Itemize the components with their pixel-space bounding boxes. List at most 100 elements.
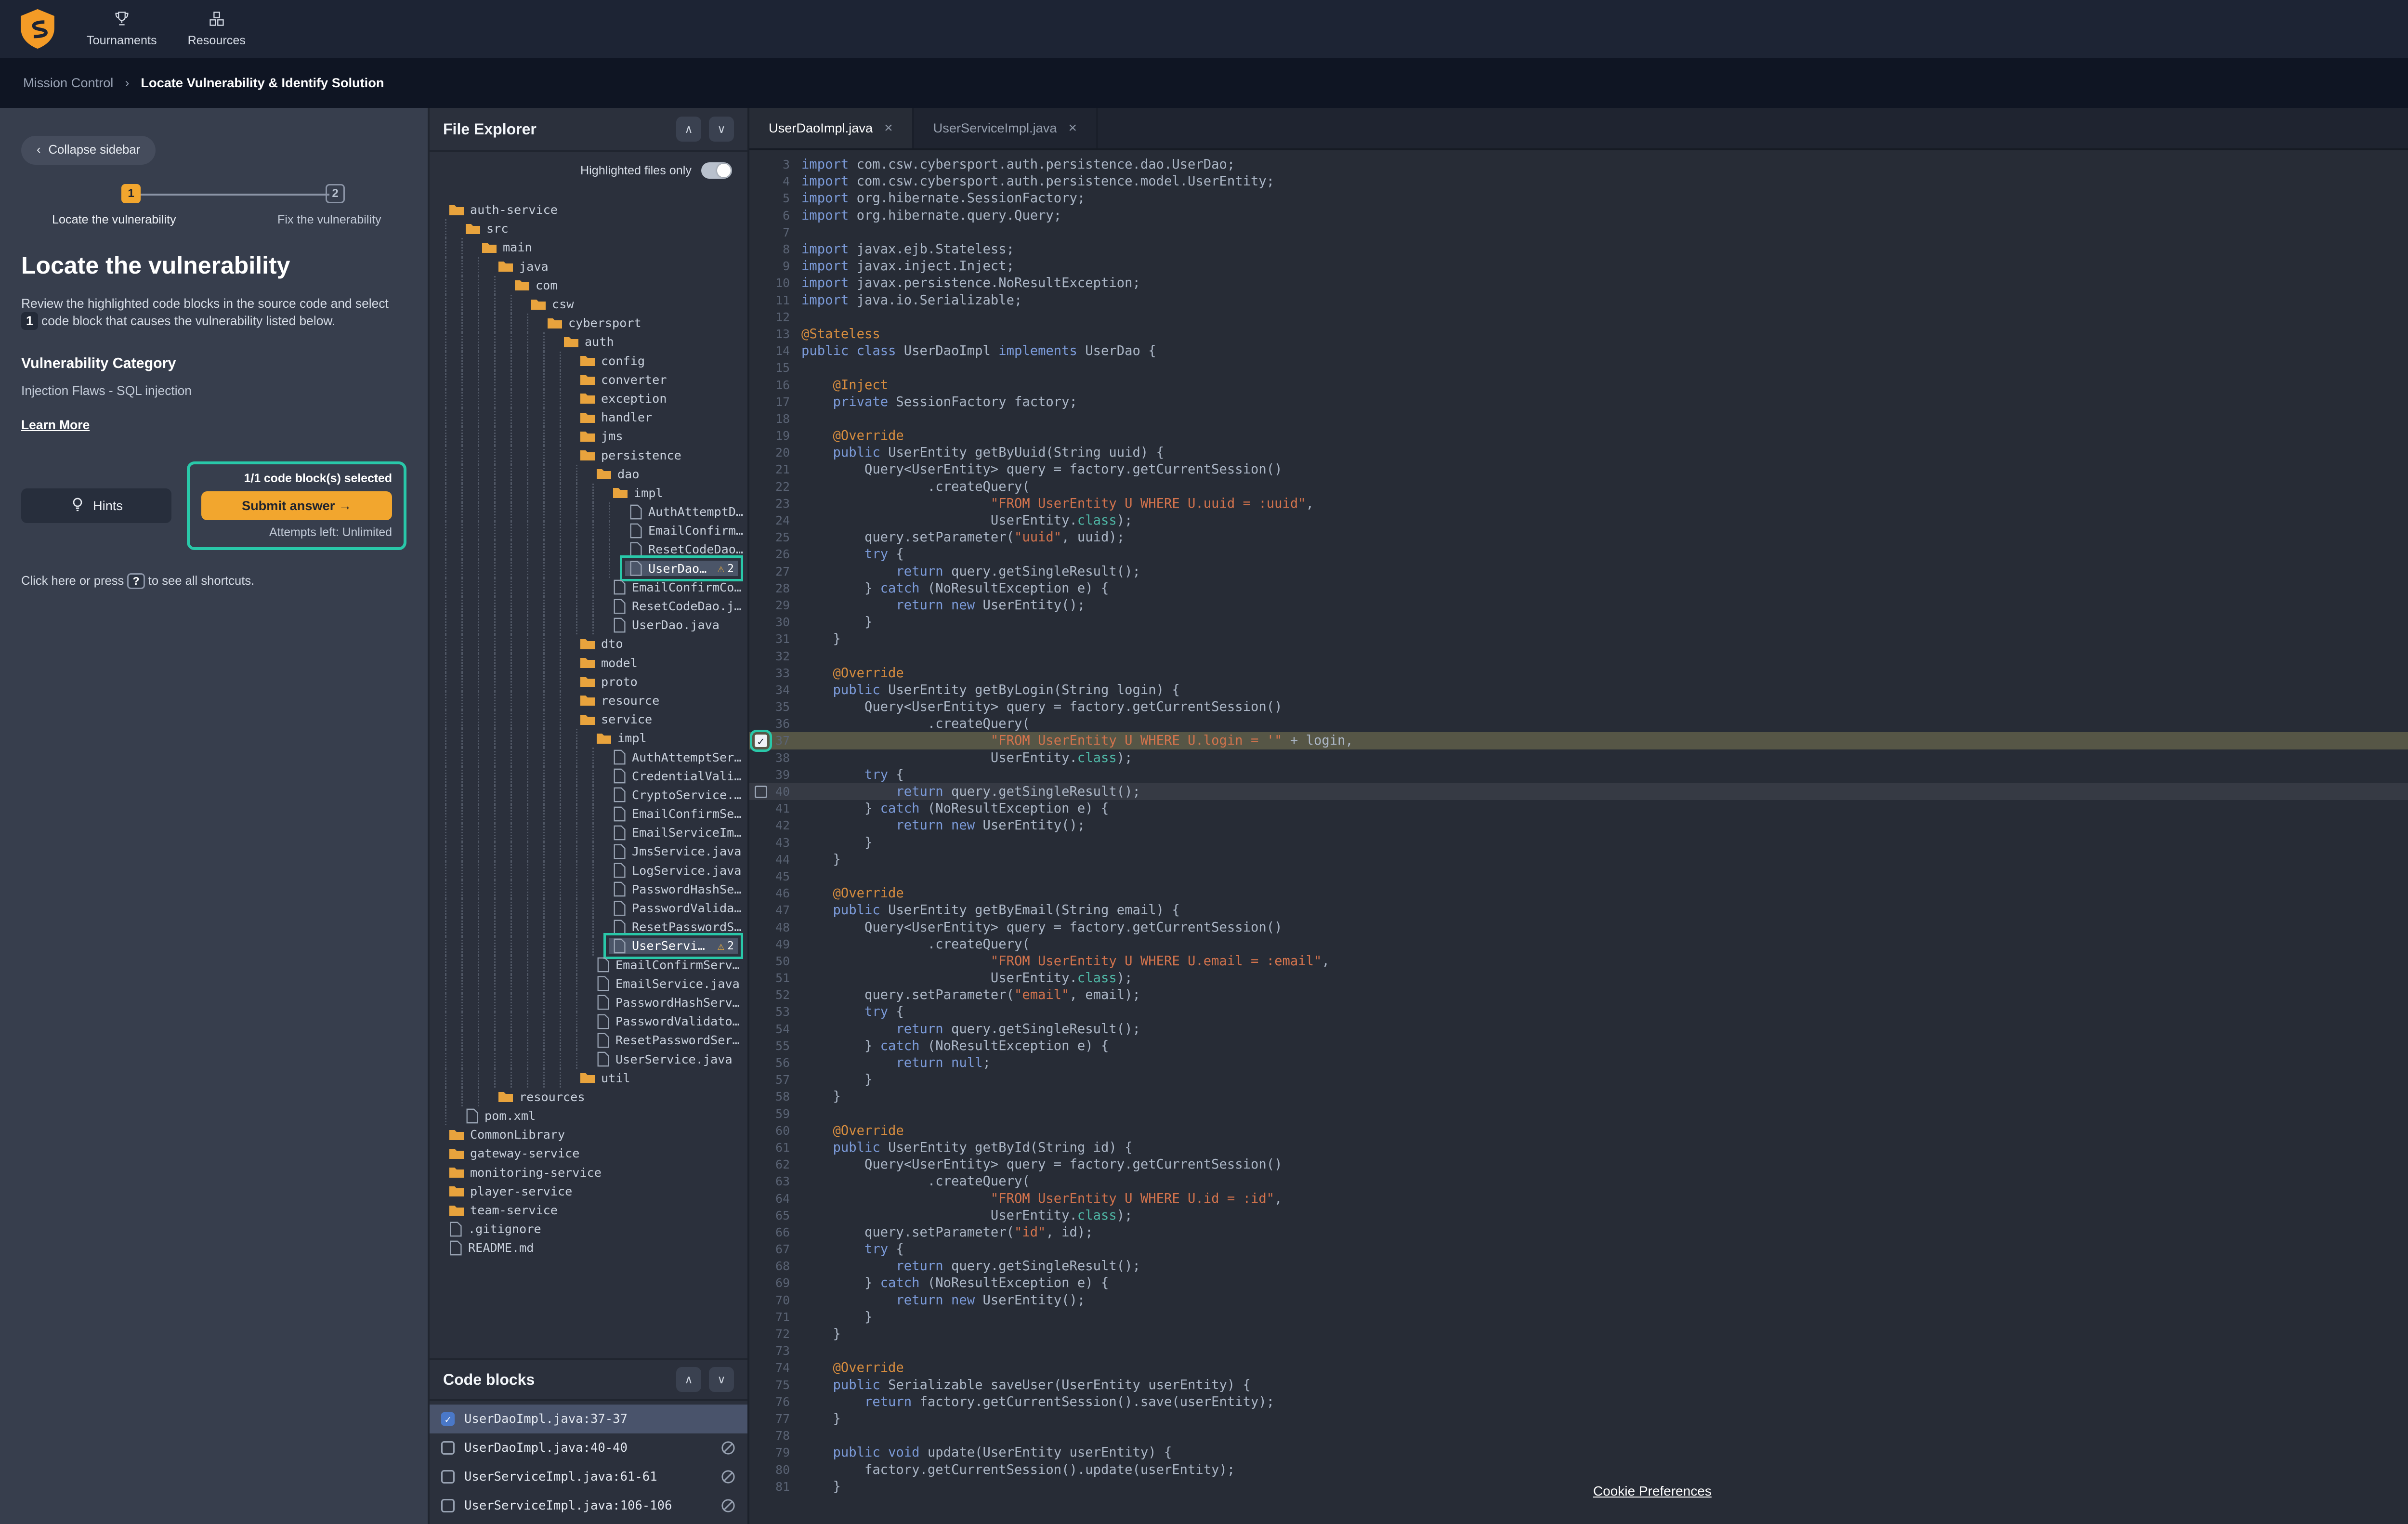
brand-shield-logo[interactable] (19, 9, 56, 49)
tree-folder-row[interactable]: impl (445, 484, 747, 502)
code-block-item[interactable]: ✓UserDaoImpl.java:37-37 (430, 1405, 747, 1433)
line-checkbox[interactable] (755, 786, 767, 798)
tree-guide (510, 1050, 527, 1068)
breadcrumb[interactable]: Mission Control (23, 75, 113, 91)
submit-answer-button[interactable]: Submit answer → (201, 491, 392, 520)
tree-file-row[interactable]: JmsService.java (445, 842, 747, 861)
tree-file-row[interactable]: README.md (445, 1238, 747, 1257)
tree-file-row[interactable]: ResetCodeDaoI… (445, 540, 747, 559)
tree-file-row[interactable]: EmailConfirmCo… (445, 521, 747, 540)
tree-file-row[interactable]: AuthAttemptServi… (445, 748, 747, 766)
cookie-preferences-link[interactable]: Cookie Preferences (1593, 1484, 1712, 1499)
tree-guide (560, 804, 576, 823)
tree-folder-row[interactable]: config (445, 352, 747, 370)
tree-folder-row[interactable]: dto (445, 634, 747, 653)
tree-guide (445, 1088, 461, 1106)
tree-folder-row[interactable]: src (445, 219, 747, 238)
tree-file-row[interactable]: UserService…⚠2 (445, 936, 747, 955)
code-line: 18 (749, 410, 2408, 427)
tree-file-row[interactable]: PasswordHashServ… (445, 880, 747, 899)
code-block-item[interactable]: UserServiceImpl.java:61-61 (430, 1462, 747, 1491)
tree-folder-row[interactable]: impl (445, 729, 747, 748)
close-icon[interactable]: × (884, 120, 893, 136)
highlighted-files-toggle[interactable] (701, 162, 732, 179)
tree-file-row[interactable]: ResetPasswordServi… (445, 1031, 747, 1050)
code-text: public UserEntity getById(String id) { (801, 1140, 1133, 1155)
nav-item-tournaments[interactable]: Tournaments (87, 10, 157, 48)
tree-folder-row[interactable]: monitoring-service (445, 1163, 747, 1182)
code-blocks-prev-button[interactable]: ∧ (676, 1367, 701, 1392)
tree-file-row[interactable]: PasswordHashServic… (445, 993, 747, 1012)
shortcuts-hint[interactable]: Click here or press ? to see all shortcu… (21, 573, 406, 589)
tree-file-row[interactable]: LogService.java (445, 861, 747, 880)
tree-file-row[interactable]: ResetPasswordSe… (445, 918, 747, 936)
tree-folder-row[interactable]: java (445, 257, 747, 276)
tree-folder-row[interactable]: CommonLibrary (445, 1125, 747, 1144)
tree-folder-row[interactable]: proto (445, 672, 747, 691)
code-block-item[interactable]: UserServiceImpl.java:106-106 (430, 1491, 747, 1520)
code-block-checkbox[interactable]: ✓ (441, 1412, 455, 1426)
code-block-checkbox[interactable] (441, 1470, 455, 1484)
tree-folder-row[interactable]: model (445, 654, 747, 672)
tree-file-row[interactable]: EmailConfirmCode… (445, 578, 747, 597)
tree-folder-row[interactable]: converter (445, 370, 747, 389)
tree-guide (592, 484, 609, 502)
line-checkbox[interactable]: ✓ (755, 735, 767, 747)
tree-file-row[interactable]: CryptoService.ja… (445, 786, 747, 804)
tree-folder-row[interactable]: resources (445, 1088, 747, 1106)
tree-folder-row[interactable]: jms (445, 427, 747, 446)
tree-file-row[interactable]: pom.xml (445, 1106, 747, 1125)
tree-folder-row[interactable]: auth-service (445, 200, 747, 219)
tree-file-row[interactable]: UserDao.java (445, 616, 747, 634)
tree-file-row[interactable]: EmailConfirmServic… (445, 956, 747, 974)
tree-guide (560, 559, 576, 578)
tree-folder-row[interactable]: handler (445, 408, 747, 427)
tab-userserviceimpl[interactable]: UserServiceImpl.java × (914, 108, 1098, 148)
tree-folder-row[interactable]: dao (445, 465, 747, 484)
tree-folder-row[interactable]: exception (445, 389, 747, 408)
tree-guide (478, 786, 494, 804)
tree-folder-row[interactable]: persistence (445, 446, 747, 464)
code-blocks-next-button[interactable]: ∨ (709, 1367, 734, 1392)
explorer-next-button[interactable]: ∨ (709, 117, 734, 142)
tree-guide (543, 936, 560, 955)
code-block-checkbox[interactable] (441, 1499, 455, 1512)
line-number: 35 (772, 700, 801, 714)
tree-folder-row[interactable]: com (445, 276, 747, 295)
nav-item-resources[interactable]: Resources (188, 10, 246, 48)
hints-button[interactable]: Hints (21, 488, 171, 523)
tree-file-row[interactable]: CredentialValida… (445, 767, 747, 786)
tree-file-row[interactable]: PasswordValidatorS… (445, 1012, 747, 1031)
tree-folder-row[interactable]: service (445, 710, 747, 729)
tree-file-row[interactable]: AuthAttemptDao… (445, 502, 747, 521)
tree-file-row[interactable]: .gitignore (445, 1220, 747, 1238)
tree-guide (527, 484, 543, 502)
breadcrumb-current: Locate Vulnerability & Identify Solution (141, 75, 384, 91)
collapse-sidebar-button[interactable]: ‹ Collapse sidebar (21, 136, 156, 165)
tree-file-row[interactable]: EmailServiceImpl… (445, 823, 747, 842)
tree-file-row[interactable]: ResetCodeDao.java (445, 597, 747, 616)
tree-file-row[interactable]: PasswordValidato… (445, 899, 747, 918)
tree-folder-row[interactable]: auth (445, 332, 747, 351)
code-block-checkbox[interactable] (441, 1441, 455, 1455)
tree-folder-row[interactable]: cybersport (445, 314, 747, 332)
line-number: 77 (772, 1412, 801, 1426)
code-block-item[interactable]: UserDaoImpl.java:40-40 (430, 1433, 747, 1462)
close-icon[interactable]: × (1068, 120, 1077, 136)
code-line: 79 public void update(UserEntity userEnt… (749, 1444, 2408, 1461)
tab-userdaoimpl[interactable]: UserDaoImpl.java × (749, 108, 914, 148)
tree-folder-row[interactable]: csw (445, 295, 747, 314)
tree-file-row[interactable]: UserService.java (445, 1050, 747, 1068)
tree-guide (527, 729, 543, 748)
tree-folder-row[interactable]: team-service (445, 1201, 747, 1220)
tree-folder-row[interactable]: gateway-service (445, 1144, 747, 1163)
tree-folder-row[interactable]: util (445, 1069, 747, 1088)
tree-folder-row[interactable]: resource (445, 691, 747, 710)
tree-file-row[interactable]: EmailService.java (445, 974, 747, 993)
learn-more-link[interactable]: Learn More (21, 418, 90, 433)
tree-folder-row[interactable]: main (445, 238, 747, 257)
tree-file-row[interactable]: UserDaoIm…⚠2 (445, 559, 747, 578)
explorer-prev-button[interactable]: ∧ (676, 117, 701, 142)
tree-file-row[interactable]: EmailConfirmServ… (445, 804, 747, 823)
tree-folder-row[interactable]: player-service (445, 1182, 747, 1201)
